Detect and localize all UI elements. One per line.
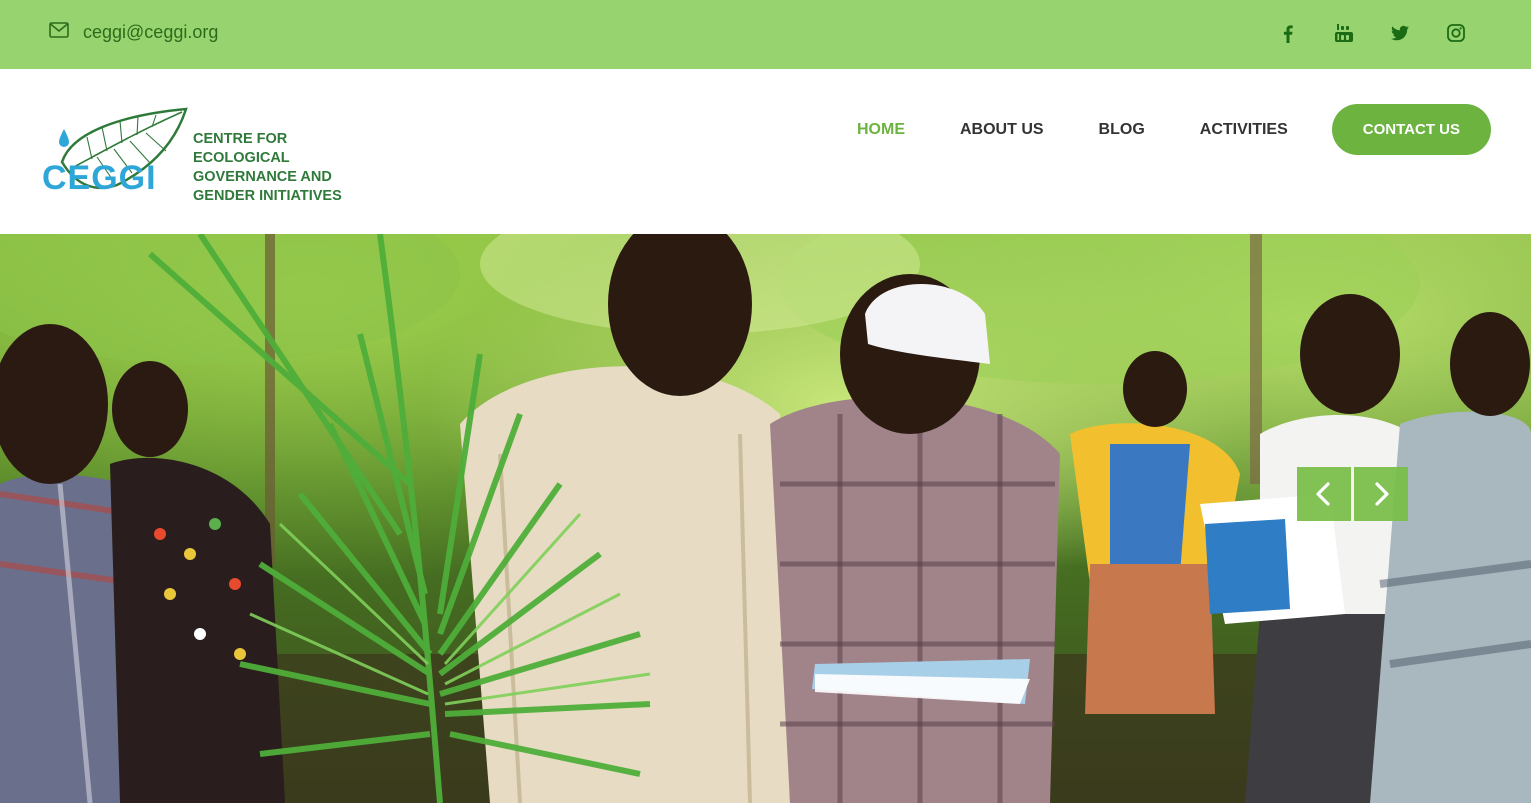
email-text: ceggi@ceggi.org: [83, 22, 219, 42]
chevron-right-icon: [1375, 482, 1389, 506]
nav-about-us[interactable]: ABOUT US: [960, 121, 1044, 139]
logo-mark: CEGGI: [42, 159, 157, 197]
logo-line-1: CENTRE FOR ECOLOGICAL: [193, 131, 290, 166]
site-header: CEGGI CENTRE FOR ECOLOGICAL GOVERNANCE A…: [0, 69, 1531, 234]
logo-tagline: CENTRE FOR ECOLOGICAL GOVERNANCE AND GEN…: [193, 130, 383, 206]
twitter-icon[interactable]: [1387, 20, 1413, 46]
nav-activities[interactable]: ACTIVITIES: [1200, 121, 1288, 139]
slider-next-button[interactable]: [1354, 467, 1408, 521]
chevron-left-icon: [1316, 482, 1330, 506]
hero-slider: [0, 234, 1531, 803]
youtube-icon[interactable]: [1331, 20, 1357, 46]
top-bar: ceggi@ceggi.org: [0, 0, 1531, 69]
email-link[interactable]: ceggi@ceggi.org: [49, 22, 218, 43]
slider-prev-button[interactable]: [1297, 467, 1351, 521]
social-links: [1275, 20, 1469, 46]
instagram-icon[interactable]: [1443, 20, 1469, 46]
logo-line-3: GENDER INITIATIVES: [193, 188, 342, 204]
logo-line-2: GOVERNANCE AND: [193, 169, 332, 185]
site-logo[interactable]: CEGGI CENTRE FOR ECOLOGICAL GOVERNANCE A…: [42, 107, 372, 204]
contact-us-button[interactable]: CONTACT US: [1331, 104, 1491, 155]
nav-home[interactable]: HOME: [857, 121, 905, 139]
envelope-icon: [49, 22, 69, 43]
facebook-icon[interactable]: [1275, 20, 1301, 46]
main-nav: HOME ABOUT US BLOG ACTIVITIES CONTACT US: [802, 104, 1491, 155]
nav-blog[interactable]: BLOG: [1099, 121, 1145, 139]
